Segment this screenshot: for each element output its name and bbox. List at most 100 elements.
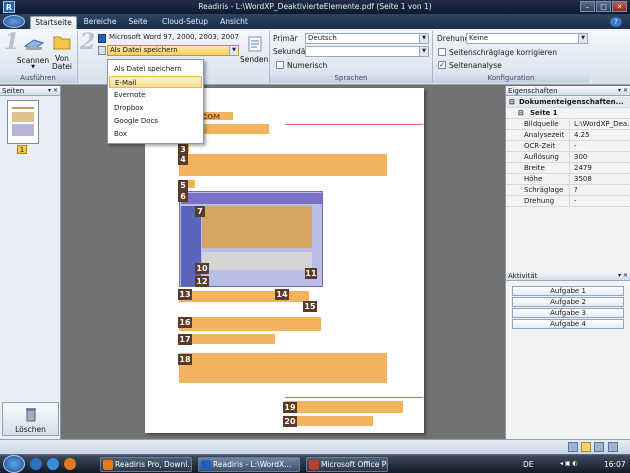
page-analysis-checkbox[interactable]: ✓ <box>438 61 446 69</box>
pin-icon[interactable]: ▾ ✕ <box>618 271 628 281</box>
rotation-label: Drehung <box>437 34 470 43</box>
view-single-icon[interactable] <box>568 442 578 452</box>
taskbar-item-office-picture[interactable]: Microsoft Office Pic... <box>306 457 388 472</box>
page-thumbnail[interactable] <box>7 100 39 144</box>
task-item[interactable]: Aufgabe 1 <box>512 286 624 296</box>
send-button[interactable]: Senden <box>240 55 268 64</box>
property-row[interactable]: Bildquelle L:\WordXP_Dea... <box>506 119 630 130</box>
dropdown-item-google-docs[interactable]: Google Docs <box>109 115 202 127</box>
zone-number-4[interactable]: 4 <box>178 154 188 165</box>
pin-icon[interactable]: ▾ ✕ <box>618 86 628 96</box>
text-zone-block[interactable] <box>179 291 309 302</box>
primary-language-select[interactable]: Deutsch ▼ <box>305 33 429 44</box>
delete-button[interactable]: Löschen <box>2 402 59 436</box>
ie-icon[interactable] <box>30 458 42 470</box>
minimize-button[interactable]: – <box>580 1 595 12</box>
properties-section-title: Dokumenteigenschaften... <box>519 98 624 106</box>
language-indicator[interactable]: DE <box>523 460 534 469</box>
pages-panel-title: Seiten <box>2 87 25 95</box>
numeric-checkbox[interactable] <box>276 61 284 69</box>
tab-seite[interactable]: Seite <box>123 16 153 29</box>
explorer-icon[interactable] <box>47 458 59 470</box>
tab-bereiche[interactable]: Bereiche <box>80 16 120 29</box>
pin-icon[interactable]: ▾ ✕ <box>48 86 58 96</box>
tray-icons[interactable]: ◂ ▣ ◐ <box>560 460 590 469</box>
property-row[interactable]: Höhe 3508 <box>506 174 630 185</box>
zone-number-18[interactable]: 18 <box>178 354 192 365</box>
property-row[interactable]: Analysezeit 4.25 <box>506 130 630 141</box>
help-icon[interactable]: ? <box>610 17 622 27</box>
property-value: ? <box>574 186 578 194</box>
dropdown-item-evernote[interactable]: Evernote <box>109 89 202 101</box>
status-bar <box>0 439 630 454</box>
start-button[interactable] <box>3 455 25 473</box>
secondary-language-select[interactable]: ▼ <box>305 46 429 57</box>
maximize-button[interactable]: □ <box>596 1 611 12</box>
properties-subsection[interactable]: ⊟ Seite 1 <box>506 108 630 119</box>
collapse-icon[interactable]: ⊟ <box>509 97 515 107</box>
zone-number-16[interactable]: 16 <box>178 317 192 328</box>
zone-number-6[interactable]: 6 <box>178 191 188 202</box>
destination-select[interactable]: Als Datei speichern ▼ <box>107 45 239 56</box>
rotation-select[interactable]: Keine ▼ <box>466 33 588 44</box>
zone-number-12[interactable]: 12 <box>195 276 209 287</box>
chevron-down-icon[interactable]: ▼ <box>419 47 428 56</box>
properties-section[interactable]: ⊟ Dokumenteigenschaften... <box>506 97 630 108</box>
page-analysis-label: Seitenanalyse <box>449 61 502 70</box>
output-format-select[interactable]: Microsoft Word 97, 2000, 2003, 2007, 20.… <box>107 33 239 44</box>
property-row[interactable]: Auflösung 300 <box>506 152 630 163</box>
tab-ansicht[interactable]: Ansicht <box>216 16 252 29</box>
view-thumbnails-icon[interactable] <box>581 442 591 452</box>
zone-number-20[interactable]: 20 <box>283 416 297 427</box>
property-key: Drehung <box>522 196 570 207</box>
from-file-button[interactable]: Von Datei <box>50 55 74 71</box>
deskew-checkbox[interactable] <box>438 48 446 56</box>
chevron-down-icon[interactable]: ▼ <box>578 34 587 43</box>
step-1-number: 1 <box>4 29 20 55</box>
text-zone-block[interactable] <box>179 353 387 383</box>
task-item[interactable]: Aufgabe 2 <box>512 297 624 307</box>
chevron-down-icon[interactable]: ▼ <box>229 46 238 55</box>
property-row[interactable]: Breite 2479 <box>506 163 630 174</box>
text-zone-block[interactable] <box>179 154 387 176</box>
property-row[interactable]: Drehung - <box>506 196 630 207</box>
zone-number-14[interactable]: 14 <box>275 289 289 300</box>
taskbar-item-readiris-download[interactable]: Readiris Pro, Downl... <box>100 457 192 472</box>
property-value: L:\WordXP_Dea... <box>574 120 630 128</box>
zone-number-15[interactable]: 15 <box>303 301 317 312</box>
zone-number-10[interactable]: 10 <box>195 263 209 274</box>
firefox-icon[interactable] <box>64 458 76 470</box>
collapse-icon[interactable]: ⊟ <box>518 108 524 118</box>
close-button[interactable]: ✕ <box>612 1 627 12</box>
text-zone-block[interactable] <box>285 416 373 426</box>
dropdown-item-dropbox[interactable]: Dropbox <box>109 102 202 114</box>
clock[interactable]: 16:07 <box>604 460 626 469</box>
task-item[interactable]: Aufgabe 3 <box>512 308 624 318</box>
text-zone-block[interactable] <box>285 401 403 413</box>
zone-number-13[interactable]: 13 <box>178 289 192 300</box>
view-zoom-icon[interactable] <box>594 442 604 452</box>
task-item[interactable]: Aufgabe 4 <box>512 319 624 329</box>
text-zone-block[interactable] <box>179 317 321 331</box>
scan-dropdown-icon[interactable]: ▼ <box>16 64 50 70</box>
properties-panel: Eigenschaften ▾ ✕ ⊟ Dokumenteigenschafte… <box>505 86 630 439</box>
dropdown-item-email[interactable]: E-Mail <box>109 76 202 88</box>
zone-number-11[interactable]: 11 <box>305 268 317 279</box>
zone-number-7[interactable]: 7 <box>195 206 205 217</box>
view-fit-icon[interactable] <box>608 442 618 452</box>
property-row[interactable]: OCR-Zeit - <box>506 141 630 152</box>
taskbar-item-readiris[interactable]: Readiris - L:\WordX... <box>198 457 300 472</box>
zone-number-5[interactable]: 5 <box>178 180 188 191</box>
zone-number-17[interactable]: 17 <box>178 334 192 345</box>
activity-panel-title: Aktivität <box>508 272 538 280</box>
chevron-down-icon[interactable]: ▼ <box>419 34 428 43</box>
text-zone-block[interactable] <box>179 334 275 344</box>
tab-cloud-setup[interactable]: Cloud-Setup <box>156 16 214 29</box>
tab-startseite[interactable]: Startseite <box>30 16 77 29</box>
dropdown-item-box[interactable]: Box <box>109 128 202 140</box>
app-menu-button[interactable] <box>3 15 25 28</box>
property-value: - <box>574 197 577 205</box>
dropdown-item-save-file[interactable]: Als Datei speichern <box>109 63 202 75</box>
property-row[interactable]: Schräglage? <box>506 185 630 196</box>
zone-number-19[interactable]: 19 <box>283 402 297 413</box>
